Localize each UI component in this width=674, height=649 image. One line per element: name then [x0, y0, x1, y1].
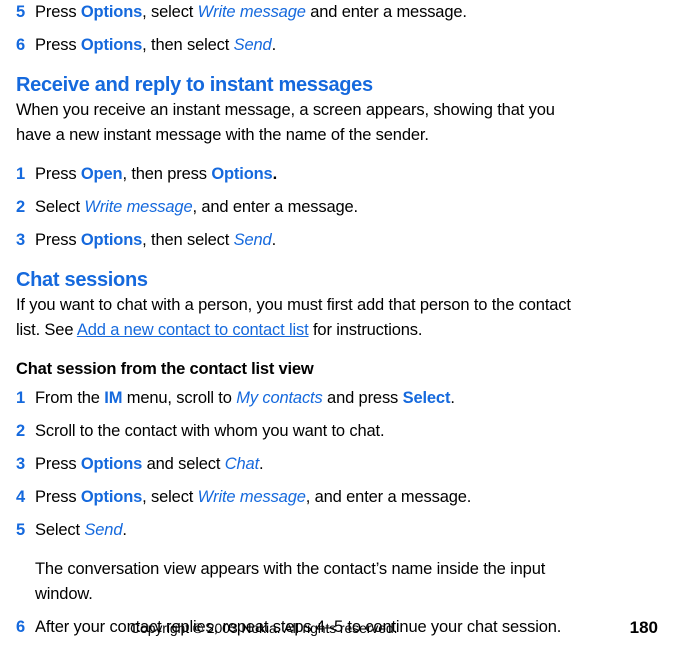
page-footer: Copyright © 2003 Nokia. All rights reser… — [0, 617, 674, 639]
key-name: IM — [104, 389, 123, 407]
step-number: 2 — [16, 422, 26, 440]
step-note-conversation-view: The conversation view appears with the c… — [35, 560, 546, 603]
text-run: Press — [35, 36, 81, 54]
text-run: , and enter a message. — [305, 488, 472, 506]
menu-item-name: Chat — [224, 455, 260, 473]
menu-item-name: My contacts — [236, 389, 323, 407]
footer-copyright: Copyright © 2003 Nokia. All rights reser… — [130, 620, 398, 636]
numbered-step: 3 Press Options, then select Send. — [16, 228, 658, 253]
text-run: . — [259, 455, 264, 473]
text-run: . — [122, 521, 127, 539]
document-page: 5 Press Options, select Write message and… — [0, 0, 674, 649]
menu-item-name: Send — [233, 36, 272, 54]
key-name: Options — [80, 488, 143, 506]
text-run: and enter a message. — [305, 3, 467, 21]
step-number: 1 — [16, 165, 26, 183]
text-run: Press — [35, 165, 81, 183]
text-run: Press — [35, 231, 81, 249]
step-number: 4 — [16, 488, 26, 506]
step-number: 2 — [16, 198, 26, 216]
text-run-bold: . — [272, 165, 278, 183]
section-intro-receive-and-reply: When you receive an instant message, a s… — [16, 101, 555, 144]
text-run: , and enter a message. — [192, 198, 359, 216]
key-name: Options — [80, 3, 143, 21]
section-heading-chat-sessions: Chat sessions — [16, 269, 148, 291]
text-run: Select — [35, 198, 85, 216]
text-run: Press — [35, 455, 81, 473]
text-run: , then select — [142, 231, 234, 249]
step-text: Select Write message, and enter a messag… — [35, 195, 658, 220]
numbered-step: 1 From the IM menu, scroll to My contacts… — [16, 386, 658, 411]
numbered-step: 3 Press Options and select Chat. — [16, 452, 658, 477]
key-name: Select — [402, 389, 451, 407]
key-name: Options — [211, 165, 273, 183]
numbered-step: 1 Press Open, then press Options. — [16, 162, 658, 187]
numbered-step: 4 Press Options, select Write message, an… — [16, 485, 658, 510]
text-run: Press — [35, 488, 81, 506]
section-heading-receive-and-reply: Receive and reply to instant messages — [16, 74, 373, 96]
steps-group-receive-and-reply: 1 Press Open, then press Options. 2 Select … — [16, 162, 658, 253]
footer-page-number: 180 — [629, 618, 658, 637]
text-run: . — [450, 389, 455, 407]
text-run: and select — [142, 455, 225, 473]
step-text: Press Options, then select Send. — [35, 228, 658, 253]
step-text: Select Send. — [35, 518, 658, 543]
text-run: , select — [142, 488, 198, 506]
step-text: Press Options, select Write message and … — [35, 0, 658, 25]
text-run: and press — [322, 389, 403, 407]
step-number: 5 — [16, 521, 26, 539]
step-number: 6 — [16, 36, 26, 54]
text-run: Scroll to the contact with whom you want… — [35, 422, 385, 440]
step-number: 1 — [16, 389, 26, 407]
step-text: Press Open, then press Options. — [35, 162, 658, 187]
text-run: for instructions. — [308, 321, 423, 339]
key-name: Open — [80, 165, 123, 183]
numbered-step: 5 Press Options, select Write message and… — [16, 0, 658, 25]
section-intro-chat-sessions: If you want to chat with a person, you m… — [16, 293, 576, 343]
numbered-step: 2 Select Write message, and enter a messa… — [16, 195, 658, 220]
step-number: 3 — [16, 231, 26, 249]
menu-item-name: Write message — [197, 488, 306, 506]
menu-item-name: Send — [84, 521, 123, 539]
step-number: 3 — [16, 455, 26, 473]
step-number: 5 — [16, 3, 26, 21]
text-run: , select — [142, 3, 198, 21]
step-text: Press Options, select Write message, and… — [35, 485, 658, 510]
text-run: Press — [35, 3, 81, 21]
text-run: Select — [35, 521, 85, 539]
steps-continued-group: 5 Press Options, select Write message and… — [16, 0, 658, 58]
text-run: menu, scroll to — [122, 389, 237, 407]
step-text: Press Options and select Chat. — [35, 452, 658, 477]
text-run: . — [271, 231, 277, 249]
steps-group-chat-session: 1 From the IM menu, scroll to My contacts… — [16, 386, 658, 543]
step-text: Scroll to the contact with whom you want… — [35, 419, 658, 444]
key-name: Options — [80, 231, 143, 249]
cross-reference-link[interactable]: Add a new contact to contact list — [77, 321, 309, 339]
numbered-step: 5 Select Send. — [16, 518, 658, 543]
text-run: , then press — [122, 165, 212, 183]
menu-item-name: Send — [233, 231, 272, 249]
text-run: From the — [35, 389, 105, 407]
menu-item-name: Write message — [84, 198, 193, 216]
step-text: Press Options, then select Send. — [35, 33, 658, 58]
key-name: Options — [80, 36, 143, 54]
menu-item-name: Write message — [197, 3, 306, 21]
key-name: Options — [80, 455, 143, 473]
numbered-step: 6 Press Options, then select Send. — [16, 33, 658, 58]
text-run: . — [271, 36, 277, 54]
text-run: , then select — [142, 36, 234, 54]
subheading-chat-session-from-contact-list-view: Chat session from the contact list view — [16, 360, 314, 378]
numbered-step: 2 Scroll to the contact with whom you wan… — [16, 419, 658, 444]
step-text: From the IM menu, scroll to My contacts … — [35, 386, 658, 411]
